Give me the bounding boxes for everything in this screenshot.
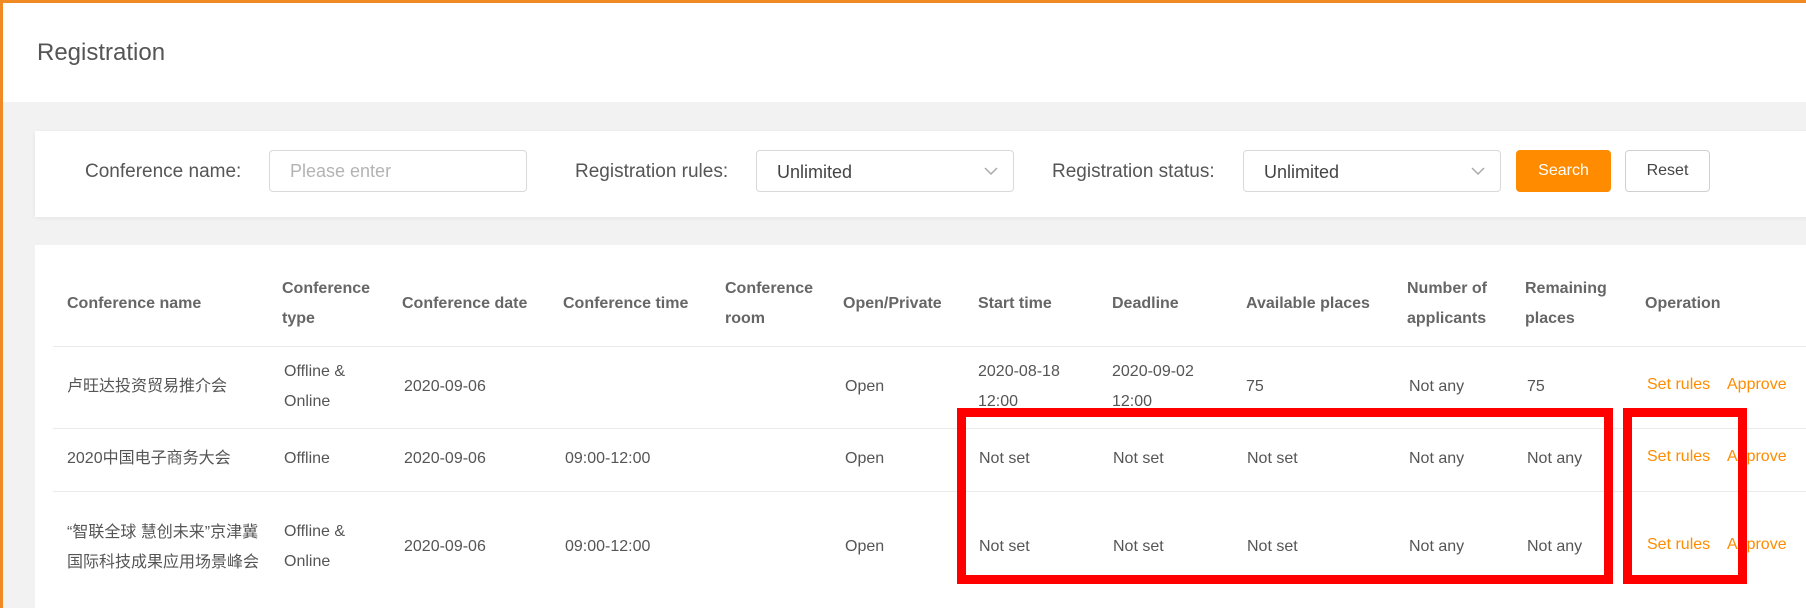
cell-conference-room: [725, 439, 835, 479]
column-header-conference-name: Conference name: [67, 295, 202, 312]
registration-status-select[interactable]: Unlimited: [1243, 150, 1501, 192]
app-frame: Registration Conference name: Registrati…: [0, 0, 1806, 608]
cell-conference-date: 2020-09-06: [404, 450, 486, 467]
search-button[interactable]: Search: [1516, 150, 1611, 192]
column-header-conference-room: Conference room: [725, 280, 814, 327]
conference-name-label: Conference name:: [85, 161, 242, 182]
cell-conference-type: Offline & Online: [284, 363, 346, 410]
registration-rules-label: Registration rules:: [575, 161, 729, 182]
cell-open-private: Open: [845, 378, 885, 395]
column-header-start-time: Start time: [978, 295, 1052, 312]
column-header-deadline: Deadline: [1112, 295, 1179, 312]
reset-button[interactable]: Reset: [1625, 150, 1710, 192]
cell-conference-time: 09:00-12:00: [565, 538, 651, 555]
cell-conference-date: 2020-09-06: [404, 378, 486, 395]
column-header-conference-date: Conference date: [402, 295, 528, 312]
cell-conference-room: [725, 527, 835, 567]
approve-link[interactable]: Approve: [1727, 376, 1787, 394]
cell-conference-name: 卢旺达投资贸易推介会: [67, 378, 228, 395]
column-header-open-private: Open/Private: [843, 295, 942, 312]
cell-conference-type: Offline & Online: [284, 523, 346, 570]
registration-status-label: Registration status:: [1052, 161, 1215, 182]
cell-number-of-applicants: Not any: [1409, 378, 1465, 395]
highlight-box-operation-column: [1623, 408, 1747, 584]
cell-available-places: 75: [1246, 378, 1264, 395]
cell-conference-type: Offline: [284, 450, 330, 467]
cell-conference-name: 2020中国电子商务大会: [67, 450, 231, 467]
cell-conference-date: 2020-09-06: [404, 538, 486, 555]
page-title: Registration: [37, 39, 166, 66]
cell-conference-name: “智联全球 慧创未来”京津冀国际科技成果应用场景峰会: [67, 524, 260, 571]
column-header-conference-type: Conference type: [282, 280, 371, 327]
filter-bar: Conference name: Registration rules: Unl…: [35, 131, 1806, 217]
registration-rules-select[interactable]: Unlimited: [756, 150, 1014, 192]
header-divider: [53, 346, 1806, 347]
registration-rules-value: Unlimited: [777, 162, 853, 182]
conference-name-input[interactable]: [269, 150, 527, 192]
page-header: Registration: [3, 3, 1806, 102]
cell-conference-time: [565, 367, 715, 407]
cell-conference-room: [725, 367, 835, 407]
chevron-down-icon: [984, 167, 998, 176]
chevron-down-icon: [1471, 167, 1485, 176]
cell-open-private: Open: [845, 450, 885, 467]
column-header-available-places: Available places: [1246, 295, 1370, 312]
column-header-number-of-applicants: Number of applicants: [1407, 280, 1487, 327]
cell-open-private: Open: [845, 538, 885, 555]
registration-status-value: Unlimited: [1264, 162, 1340, 182]
column-header-operation: Operation: [1645, 295, 1721, 312]
cell-conference-time: 09:00-12:00: [565, 450, 651, 467]
set-rules-link[interactable]: Set rules: [1647, 376, 1710, 394]
highlight-box-registration-columns: [957, 408, 1613, 584]
column-header-remaining-places: Remaining places: [1525, 280, 1607, 327]
column-header-conference-time: Conference time: [563, 295, 689, 312]
cell-remaining-places: 75: [1527, 378, 1545, 395]
